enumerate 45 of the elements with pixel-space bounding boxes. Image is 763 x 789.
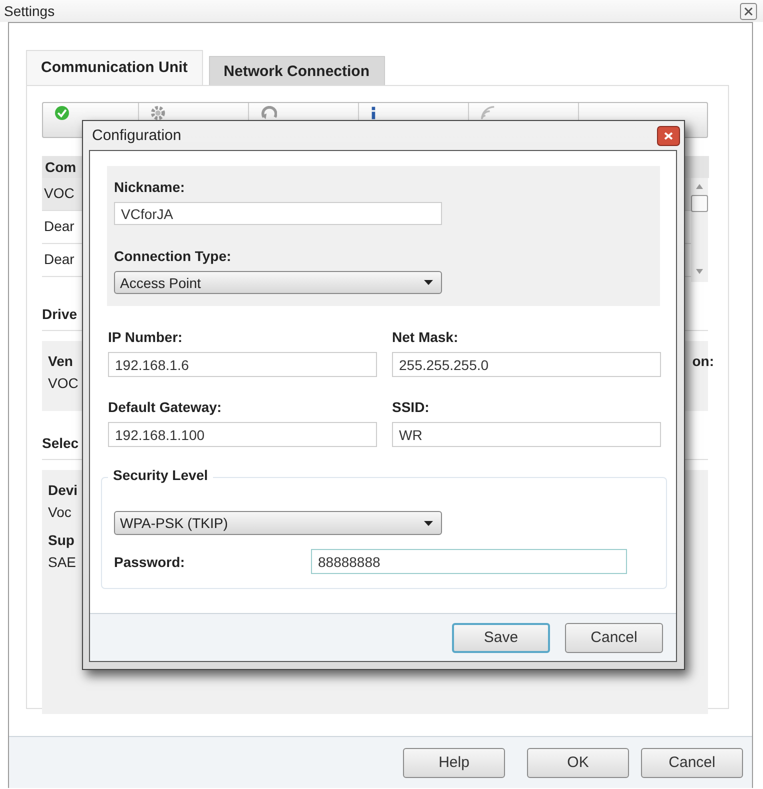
close-icon[interactable] bbox=[657, 126, 680, 146]
window-title: Settings bbox=[4, 3, 55, 19]
default-gateway-field[interactable]: 192.168.1.100 bbox=[108, 422, 377, 447]
nickname-field[interactable]: VCforJA bbox=[114, 202, 442, 226]
field-label: Password: bbox=[114, 554, 186, 570]
field-label: Sup bbox=[48, 532, 74, 548]
dialog-button[interactable]: Cancel bbox=[565, 622, 663, 652]
dialog-button[interactable]: Cancel bbox=[641, 748, 743, 778]
field-value: Voc bbox=[48, 504, 72, 520]
dialog-button[interactable]: OK bbox=[527, 748, 629, 778]
field-label: SSID: bbox=[392, 399, 430, 415]
field-label: Nickname: bbox=[114, 179, 186, 195]
gear-icon bbox=[151, 106, 165, 120]
ip-number-field[interactable]: 192.168.1.6 bbox=[108, 352, 377, 377]
scroll-up-icon[interactable] bbox=[696, 184, 703, 189]
dialog-button[interactable]: Save bbox=[452, 622, 550, 652]
scroll-down-icon[interactable] bbox=[696, 269, 703, 274]
check-icon bbox=[55, 106, 69, 120]
field-label: IP Number: bbox=[108, 329, 184, 345]
scrollbar-thumb[interactable] bbox=[691, 195, 708, 212]
info-icon bbox=[371, 106, 376, 120]
field-label: Net Mask: bbox=[392, 329, 460, 345]
caret-icon bbox=[424, 520, 433, 526]
circular-arrow-icon bbox=[261, 106, 277, 120]
field-label: Devi bbox=[48, 482, 78, 498]
net-mask-field[interactable]: 255.255.255.0 bbox=[392, 352, 661, 377]
connection-type-dropdown[interactable]: Access Point bbox=[114, 271, 442, 294]
ssid-field[interactable]: WR bbox=[392, 422, 661, 447]
field-label: Default Gateway: bbox=[108, 399, 223, 415]
tab[interactable]: Communication Unit bbox=[26, 50, 203, 85]
caret-icon bbox=[424, 280, 433, 286]
field-label: Connection Type: bbox=[114, 248, 232, 264]
signal-icon bbox=[481, 106, 495, 120]
group-legend: Security Level bbox=[108, 467, 213, 483]
security-level-dropdown[interactable]: WPA-PSK (TKIP) bbox=[114, 511, 442, 535]
tab[interactable]: Network Connection bbox=[208, 56, 385, 85]
field-label: on: bbox=[692, 353, 714, 371]
field-value: SAE bbox=[48, 554, 76, 570]
close-icon[interactable] bbox=[740, 2, 757, 20]
dialog-button[interactable]: Help bbox=[403, 748, 505, 778]
password-field[interactable]: 88888888 bbox=[311, 549, 627, 574]
dialog-title: Configuration bbox=[92, 127, 182, 144]
field-label: Ven bbox=[48, 353, 73, 369]
scrollbar[interactable] bbox=[691, 178, 708, 282]
field-value: VOC bbox=[48, 375, 78, 391]
